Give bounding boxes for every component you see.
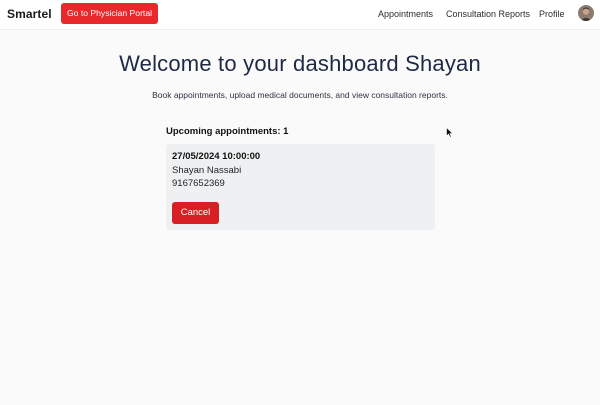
physician-portal-button[interactable]: Go to Physician Portal (61, 3, 158, 24)
user-avatar-icon (578, 5, 594, 21)
appointment-datetime: 27/05/2024 10:00:00 (172, 151, 261, 162)
appointment-phone: 9167652369 (172, 178, 225, 189)
brand-logo[interactable]: Smartel (7, 7, 52, 21)
mouse-pointer-icon (446, 127, 454, 138)
appointment-patient-name: Shayan Nassabi (172, 165, 242, 176)
avatar[interactable] (578, 5, 594, 21)
upcoming-appointments-heading: Upcoming appointments: 1 (166, 126, 289, 137)
nav-profile-link[interactable]: Profile (539, 9, 565, 19)
nav-appointments-link[interactable]: Appointments (378, 9, 433, 19)
cancel-appointment-button[interactable]: Cancel (172, 202, 219, 224)
page-title: Welcome to your dashboard Shayan (119, 51, 481, 76)
top-navbar: Smartel Go to Physician Portal Appointme… (0, 0, 600, 30)
appointment-card: 27/05/2024 10:00:00 Shayan Nassabi 91676… (166, 144, 435, 230)
nav-consultation-reports-link[interactable]: Consultation Reports (446, 9, 530, 19)
page-subtitle: Book appointments, upload medical docume… (152, 90, 448, 100)
